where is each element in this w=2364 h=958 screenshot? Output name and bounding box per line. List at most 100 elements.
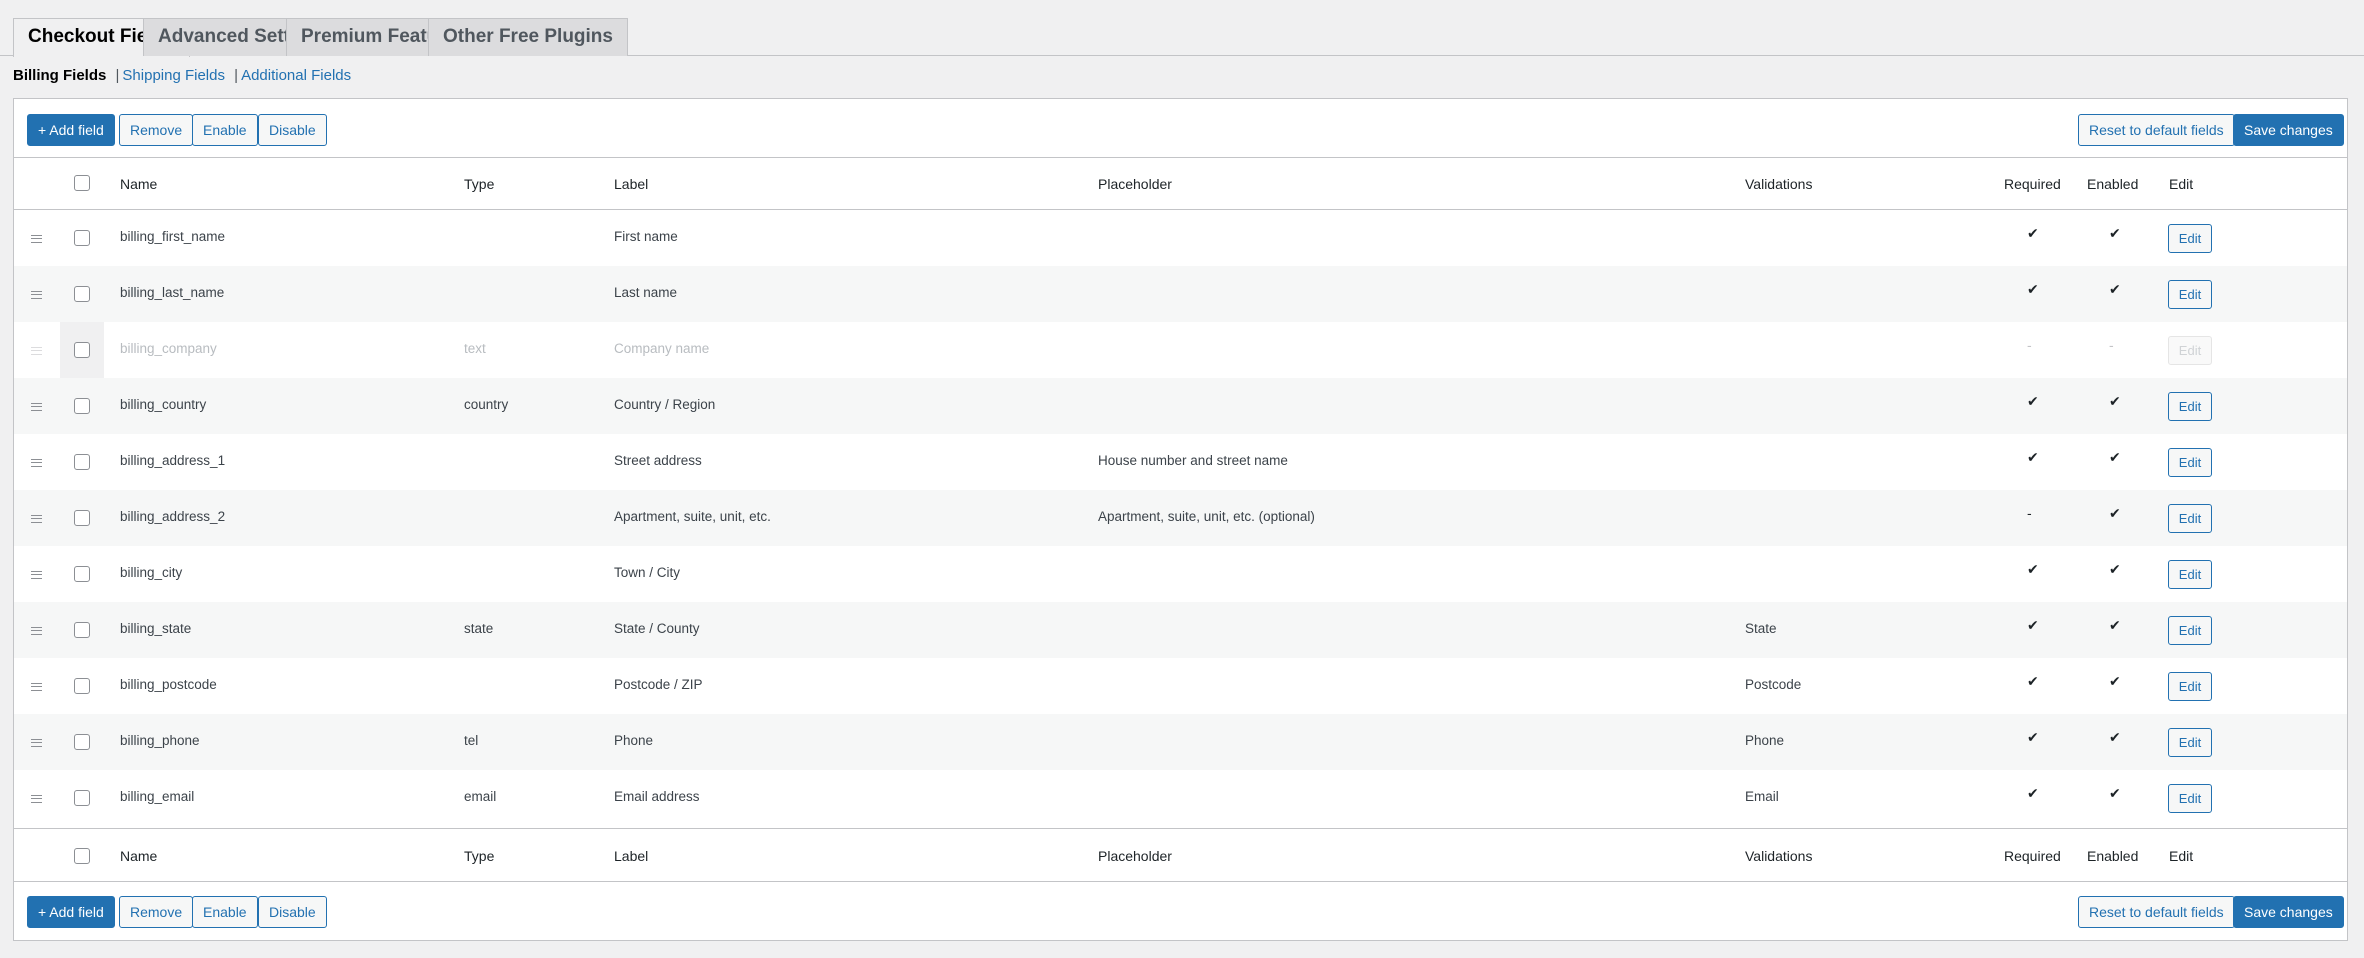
drag-handle-icon[interactable] xyxy=(31,571,42,579)
row-checkbox[interactable] xyxy=(74,454,90,470)
field-name: billing_email xyxy=(120,789,195,804)
drag-handle-icon[interactable] xyxy=(31,403,42,411)
table-footer: Name Type Label Placeholder Validations … xyxy=(14,828,2347,883)
col-required: Required xyxy=(2004,176,2061,192)
save-changes-button[interactable]: Save changes xyxy=(2233,114,2344,146)
row-checkbox[interactable] xyxy=(74,286,90,302)
drag-handle-icon[interactable] xyxy=(31,795,42,803)
drag-handle-icon[interactable] xyxy=(31,291,42,299)
table-row: billing_email email Email address Email ✔ ✔ Ed… xyxy=(14,770,2347,826)
edit-field-button[interactable]: Edit xyxy=(2168,448,2212,477)
disable-button[interactable]: Disable xyxy=(258,896,327,928)
drag-handle-icon[interactable] xyxy=(31,459,42,467)
edit-field-button[interactable]: Edit xyxy=(2168,224,2212,253)
enabled-check-icon: ✔ xyxy=(2109,225,2121,241)
col-type: Type xyxy=(464,176,495,192)
subnav-billing-fields[interactable]: Billing Fields xyxy=(13,67,106,84)
field-label: Town / City xyxy=(614,565,681,580)
row-checkbox[interactable] xyxy=(74,678,90,694)
drag-handle-icon[interactable] xyxy=(31,347,42,355)
reset-defaults-button[interactable]: Reset to default fields xyxy=(2078,114,2235,146)
row-checkbox[interactable] xyxy=(74,566,90,582)
edit-field-button[interactable]: Edit xyxy=(2168,784,2212,813)
col-type: Type xyxy=(464,848,495,864)
enabled-check-icon: - xyxy=(2109,337,2114,353)
drag-handle-icon[interactable] xyxy=(31,683,42,691)
nav-tabs: Checkout Fields Advanced Settings Premiu… xyxy=(0,0,2364,57)
required-check-icon: ✔ xyxy=(2027,281,2039,297)
row-checkbox[interactable] xyxy=(74,790,90,806)
edit-field-button[interactable]: Edit xyxy=(2168,616,2212,645)
add-field-button[interactable]: + Add field xyxy=(27,896,115,928)
row-checkbox[interactable] xyxy=(74,510,90,526)
drag-handle-icon[interactable] xyxy=(31,515,42,523)
table-row: billing_company text Company name - - Edit xyxy=(14,322,2347,378)
required-check-icon: ✔ xyxy=(2027,673,2039,689)
subnav-shipping-fields[interactable]: Shipping Fields xyxy=(122,67,225,84)
field-name: billing_phone xyxy=(120,733,200,748)
table-row: billing_first_name First name ✔ ✔ Edit xyxy=(14,210,2347,266)
field-label: Email address xyxy=(614,789,700,804)
table-row: billing_phone tel Phone Phone ✔ ✔ Edit xyxy=(14,714,2347,770)
col-enabled: Enabled xyxy=(2087,848,2139,864)
table-row: billing_address_1 Street address House num… xyxy=(14,434,2347,490)
edit-field-button[interactable]: Edit xyxy=(2168,672,2212,701)
required-check-icon: ✔ xyxy=(2027,729,2039,745)
select-all-checkbox[interactable] xyxy=(74,175,90,191)
required-check-icon: ✔ xyxy=(2027,393,2039,409)
enabled-check-icon: ✔ xyxy=(2109,449,2121,465)
col-name: Name xyxy=(120,848,158,864)
row-checkbox[interactable] xyxy=(74,230,90,246)
reset-defaults-button[interactable]: Reset to default fields xyxy=(2078,896,2235,928)
edit-field-button[interactable]: Edit xyxy=(2168,280,2212,309)
drag-handle-icon[interactable] xyxy=(31,627,42,635)
field-label: Postcode / ZIP xyxy=(614,677,703,692)
drag-handle-icon[interactable] xyxy=(31,235,42,243)
remove-button[interactable]: Remove xyxy=(119,896,194,928)
table-row: billing_state state State / County State ✔ ✔ E… xyxy=(14,602,2347,658)
enable-button[interactable]: Enable xyxy=(192,114,258,146)
table-row: billing_postcode Postcode / ZIP Postcode ✔ ✔… xyxy=(14,658,2347,714)
field-label: Apartment, suite, unit, etc. xyxy=(614,509,771,524)
enabled-check-icon: ✔ xyxy=(2109,729,2121,745)
col-enabled: Enabled xyxy=(2087,176,2139,192)
table-row: billing_country country Country / Region ✔ ✔… xyxy=(14,378,2347,434)
field-type: email xyxy=(464,789,497,804)
disable-button[interactable]: Disable xyxy=(258,114,327,146)
select-all-checkbox-footer[interactable] xyxy=(74,848,90,864)
field-type: country xyxy=(464,397,509,412)
enable-button[interactable]: Enable xyxy=(192,896,258,928)
edit-field-button[interactable]: Edit xyxy=(2168,504,2212,533)
row-checkbox[interactable] xyxy=(74,734,90,750)
edit-field-button[interactable]: Edit xyxy=(2168,560,2212,589)
add-field-button[interactable]: + Add field xyxy=(27,114,115,146)
edit-field-button[interactable]: Edit xyxy=(2168,336,2212,365)
field-type: tel xyxy=(464,733,479,748)
table-row: billing_city Town / City ✔ ✔ Edit xyxy=(14,546,2347,602)
save-changes-button[interactable]: Save changes xyxy=(2233,896,2344,928)
field-label: Phone xyxy=(614,733,654,748)
enabled-check-icon: ✔ xyxy=(2109,393,2121,409)
col-label: Label xyxy=(614,848,649,864)
tab-other-free-plugins[interactable]: Other Free Plugins xyxy=(428,18,628,56)
fields-table-body: billing_first_name First name ✔ ✔ Edit billin… xyxy=(14,210,2347,826)
row-checkbox[interactable] xyxy=(74,398,90,414)
field-validations: Phone xyxy=(1745,733,1785,748)
subnav-additional-fields[interactable]: Additional Fields xyxy=(241,67,351,84)
edit-field-button[interactable]: Edit xyxy=(2168,392,2212,421)
field-label: Street address xyxy=(614,453,702,468)
drag-handle-icon[interactable] xyxy=(31,739,42,747)
col-label: Label xyxy=(614,176,649,192)
remove-button[interactable]: Remove xyxy=(119,114,194,146)
enabled-check-icon: ✔ xyxy=(2109,281,2121,297)
row-checkbox[interactable] xyxy=(74,342,90,358)
table-row: billing_address_2 Apartment, suite, unit,… xyxy=(14,490,2347,546)
enabled-check-icon: ✔ xyxy=(2109,561,2121,577)
row-checkbox[interactable] xyxy=(74,622,90,638)
edit-field-button[interactable]: Edit xyxy=(2168,728,2212,757)
col-edit: Edit xyxy=(2169,848,2194,864)
field-validations: Email xyxy=(1745,789,1779,804)
subnav-separator: | xyxy=(115,67,120,84)
col-name: Name xyxy=(120,176,158,192)
table-row: billing_last_name Last name ✔ ✔ Edit xyxy=(14,266,2347,322)
